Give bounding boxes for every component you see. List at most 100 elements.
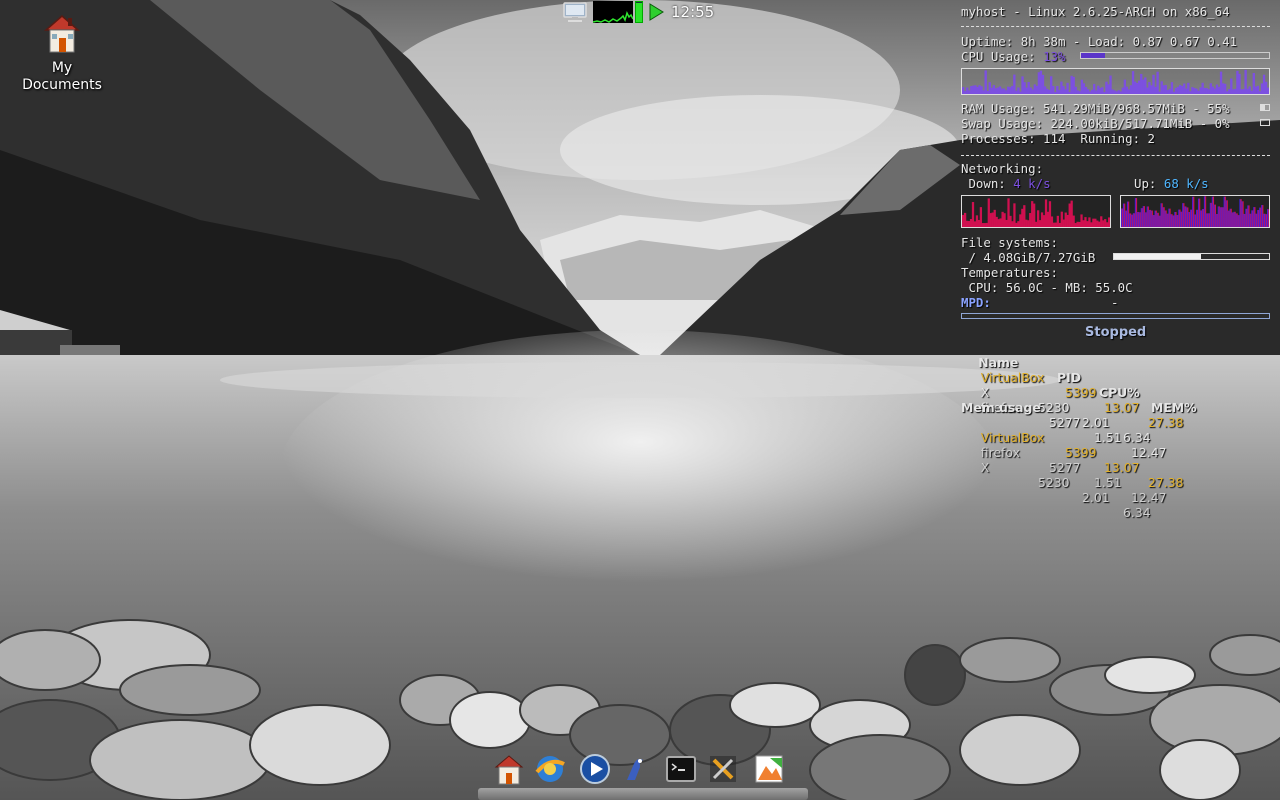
monitor-icon[interactable] bbox=[562, 1, 588, 23]
conky-divider bbox=[961, 26, 1270, 27]
graph-sample bbox=[962, 87, 965, 94]
graph-sample bbox=[1088, 217, 1091, 227]
swap-bar bbox=[1260, 119, 1270, 126]
graph-sample bbox=[1146, 206, 1149, 227]
graph-sample bbox=[1123, 79, 1127, 94]
graph-sample bbox=[1115, 91, 1118, 94]
home-folder-icon bbox=[44, 15, 80, 53]
networking-label: Networking: bbox=[961, 161, 1044, 176]
graph-sample bbox=[968, 90, 971, 94]
graph-sample bbox=[1105, 81, 1108, 94]
graph-sample bbox=[1238, 73, 1241, 94]
media-player-icon[interactable] bbox=[578, 752, 612, 786]
graph-sample bbox=[1011, 221, 1014, 227]
graph-sample bbox=[1088, 91, 1092, 94]
graph-sample bbox=[1250, 90, 1253, 94]
graph-sample bbox=[1121, 208, 1124, 227]
down-label: Down: bbox=[961, 176, 1006, 191]
cpu-graph[interactable] bbox=[593, 1, 633, 23]
graph-sample bbox=[1013, 203, 1016, 227]
graph-sample bbox=[1195, 209, 1199, 227]
home-icon[interactable] bbox=[492, 752, 526, 786]
graph-sample bbox=[1011, 85, 1014, 94]
graph-sample bbox=[1128, 213, 1132, 227]
graph-sample bbox=[1047, 89, 1051, 94]
graph-sample bbox=[1261, 205, 1264, 227]
graph-sample bbox=[1108, 217, 1110, 227]
desktop-icon-label-2: Documents bbox=[22, 77, 102, 93]
image-viewer-icon[interactable] bbox=[752, 752, 786, 786]
graph-sample bbox=[1180, 85, 1184, 94]
graph-sample bbox=[1138, 80, 1141, 94]
graph-sample bbox=[1126, 201, 1130, 227]
graph-sample bbox=[1148, 82, 1151, 94]
graph-sample bbox=[1092, 218, 1095, 227]
graph-sample bbox=[1036, 210, 1040, 227]
graph-sample bbox=[1060, 211, 1063, 227]
graph-sample bbox=[1232, 89, 1235, 94]
graph-sample bbox=[1156, 71, 1159, 94]
proc-mem: 12.47 bbox=[1131, 445, 1167, 460]
graph-sample bbox=[1193, 87, 1196, 94]
graph-sample bbox=[1249, 213, 1252, 227]
down-value: 4 k/s bbox=[1013, 176, 1051, 191]
graph-sample bbox=[1070, 75, 1073, 94]
pidgin-icon[interactable] bbox=[619, 752, 653, 786]
graph-sample bbox=[978, 85, 981, 94]
filesystem-root-bar bbox=[1113, 253, 1270, 260]
desktop-icon-my-documents[interactable]: My Documents bbox=[14, 12, 110, 94]
graph-sample bbox=[1062, 219, 1065, 227]
graph-sample bbox=[1099, 87, 1102, 94]
terminal-icon[interactable] bbox=[664, 752, 698, 786]
cpu-usage-bar bbox=[1080, 52, 1270, 59]
load-value: 0.87 0.67 0.41 bbox=[1132, 34, 1238, 49]
graph-sample bbox=[1225, 200, 1228, 227]
graph-sample bbox=[993, 209, 996, 227]
graph-sample bbox=[1183, 83, 1186, 94]
panel-clock[interactable]: 12:55 bbox=[671, 3, 714, 21]
graph-sample bbox=[1040, 212, 1044, 227]
mpd-progress-bar bbox=[961, 313, 1270, 319]
graph-sample bbox=[990, 87, 993, 94]
graph-sample bbox=[1158, 215, 1161, 227]
graph-sample bbox=[1042, 215, 1046, 227]
graph-sample bbox=[1195, 88, 1198, 94]
graph-sample bbox=[976, 86, 979, 94]
graph-sample bbox=[1219, 207, 1222, 227]
proc-pid: 5230 bbox=[1038, 400, 1070, 415]
play-icon[interactable] bbox=[648, 3, 664, 21]
graph-sample bbox=[1201, 82, 1204, 94]
graph-sample bbox=[1162, 207, 1165, 227]
graph-sample bbox=[1189, 91, 1192, 94]
graph-sample bbox=[1158, 91, 1161, 94]
graph-sample bbox=[1106, 222, 1109, 227]
graph-sample bbox=[1134, 198, 1138, 227]
graph-sample bbox=[996, 87, 1000, 94]
graph-sample bbox=[1221, 207, 1224, 227]
graph-sample bbox=[1078, 91, 1082, 94]
graph-sample bbox=[1215, 84, 1219, 94]
graph-sample bbox=[1007, 86, 1010, 94]
graph-sample bbox=[966, 87, 969, 94]
proc-mem: 27.38 bbox=[1148, 475, 1184, 490]
graph-sample bbox=[994, 88, 998, 94]
graph-sample bbox=[1255, 213, 1258, 227]
graph-sample bbox=[1046, 211, 1050, 227]
browser-icon[interactable] bbox=[533, 752, 567, 786]
tools-icon[interactable] bbox=[706, 752, 740, 786]
graph-sample bbox=[1229, 208, 1232, 227]
graph-sample bbox=[1084, 87, 1088, 94]
proc-pid: 5399 bbox=[1065, 385, 1097, 400]
graph-sample bbox=[1013, 74, 1016, 94]
graph-sample bbox=[1248, 86, 1251, 94]
graph-sample bbox=[1168, 208, 1171, 227]
graph-sample bbox=[967, 220, 971, 227]
filesystem-root-row: / 4.08GiB/7.27GiB bbox=[961, 250, 1096, 265]
graph-sample bbox=[997, 219, 1000, 227]
graph-sample bbox=[1122, 203, 1126, 227]
graph-sample bbox=[989, 213, 992, 227]
desktop-icon-label-1: My bbox=[51, 60, 73, 76]
graph-sample bbox=[1150, 85, 1153, 94]
graph-sample bbox=[1033, 203, 1036, 227]
graph-sample bbox=[1102, 220, 1105, 227]
